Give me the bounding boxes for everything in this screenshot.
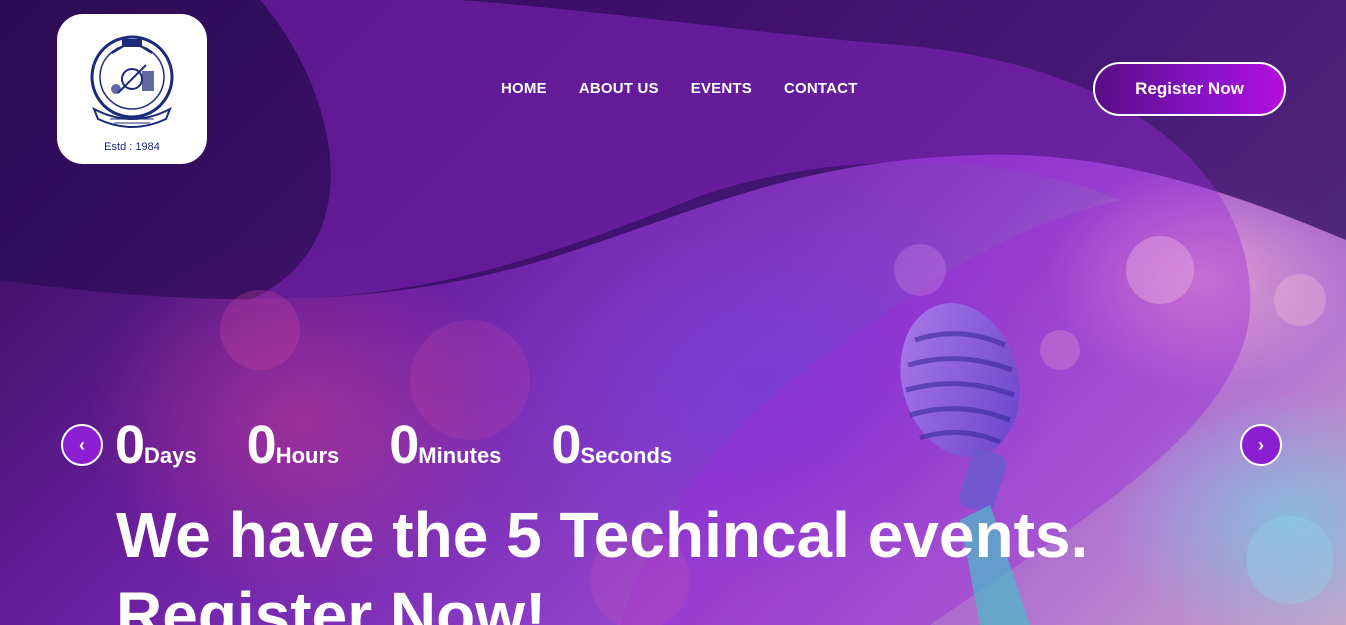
nav-item-contact[interactable]: CONTACT	[784, 80, 858, 97]
nav-item-about-us[interactable]: ABOUT US	[579, 80, 659, 97]
countdown-hours-label: Hours	[275, 443, 340, 468]
nav-item-events[interactable]: EVENTS	[691, 80, 752, 97]
hero-section: Estd : 1984 HOME ABOUT US EVENTS CONTACT…	[0, 0, 1346, 625]
hero-headline-line2: Register Now!	[116, 579, 547, 625]
countdown-hours: 0 Hours	[247, 418, 340, 472]
logo-established-text: Estd : 1984	[104, 141, 160, 153]
countdown-days: 0 Days	[115, 418, 197, 472]
chevron-right-icon: ›	[1258, 434, 1264, 455]
carousel-prev-button[interactable]: ‹	[61, 424, 103, 466]
countdown-seconds-label: Seconds	[580, 443, 673, 468]
main-navigation: HOME ABOUT US EVENTS CONTACT	[501, 80, 890, 97]
nav-item-home[interactable]: HOME	[501, 80, 547, 97]
college-logo[interactable]: Estd : 1984	[57, 14, 207, 164]
countdown-days-value: 0	[115, 415, 145, 475]
countdown-seconds-value: 0	[551, 415, 581, 475]
countdown-minutes: 0 Minutes	[389, 418, 501, 472]
hero-headline: We have the 5 Techincal events. Register…	[116, 495, 1088, 625]
countdown-hours-value: 0	[246, 415, 277, 475]
countdown-timer: 0 Days 0 Hours 0 Minutes 0 Seconds	[115, 418, 722, 472]
register-now-button[interactable]: Register Now	[1093, 62, 1286, 116]
countdown-minutes-label: Minutes	[418, 443, 502, 468]
countdown-minutes-value: 0	[389, 415, 419, 475]
college-emblem-icon	[90, 35, 174, 128]
chevron-left-icon: ‹	[79, 434, 85, 455]
countdown-seconds: 0 Seconds	[551, 418, 672, 472]
hero-headline-line1: We have the 5 Techincal events.	[116, 499, 1089, 571]
carousel-next-button[interactable]: ›	[1240, 424, 1282, 466]
countdown-days-label: Days	[144, 443, 197, 468]
